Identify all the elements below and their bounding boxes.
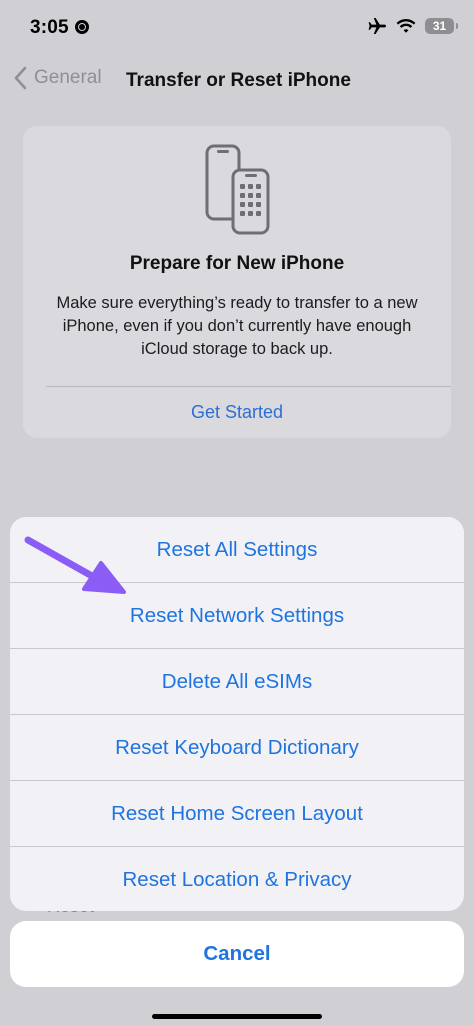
back-label: General [34,67,102,88]
status-time: 3:05 [30,17,69,38]
reset-location-privacy-button[interactable]: Reset Location & Privacy [10,847,464,911]
prepare-card: Prepare for New iPhone Make sure everyth… [23,126,451,438]
reset-home-screen-layout-button[interactable]: Reset Home Screen Layout [10,781,464,846]
get-started-button[interactable]: Get Started [23,402,451,423]
prepare-card-description: Make sure everything’s ready to transfer… [56,294,418,358]
prepare-card-divider [46,386,451,387]
battery-icon: 31 [425,18,458,34]
two-phones-icon [205,144,270,235]
back-button[interactable]: General [14,66,102,90]
reset-action-sheet: Reset All Settings Reset Network Setting… [10,517,464,911]
status-icons: 31 [367,17,458,35]
home-indicator [152,1014,322,1019]
screen: 3:05 31 General Transfer or Reset iPhone [0,0,474,1025]
reset-keyboard-dictionary-button[interactable]: Reset Keyboard Dictionary [10,715,464,780]
chevron-left-icon [14,66,27,90]
navigation-bar: General Transfer or Reset iPhone [0,56,474,104]
delete-all-esims-button[interactable]: Delete All eSIMs [10,649,464,714]
cancel-button[interactable]: Cancel [10,921,464,987]
reset-all-settings-button[interactable]: Reset All Settings [10,517,464,582]
location-globe-icon [75,20,89,34]
reset-network-settings-button[interactable]: Reset Network Settings [10,583,464,648]
prepare-card-title: Prepare for New iPhone [129,253,345,274]
wifi-icon [396,18,416,33]
status-bar: 3:05 31 [0,0,474,56]
airplane-icon [368,18,386,34]
page-title: Transfer or Reset iPhone [126,70,351,91]
